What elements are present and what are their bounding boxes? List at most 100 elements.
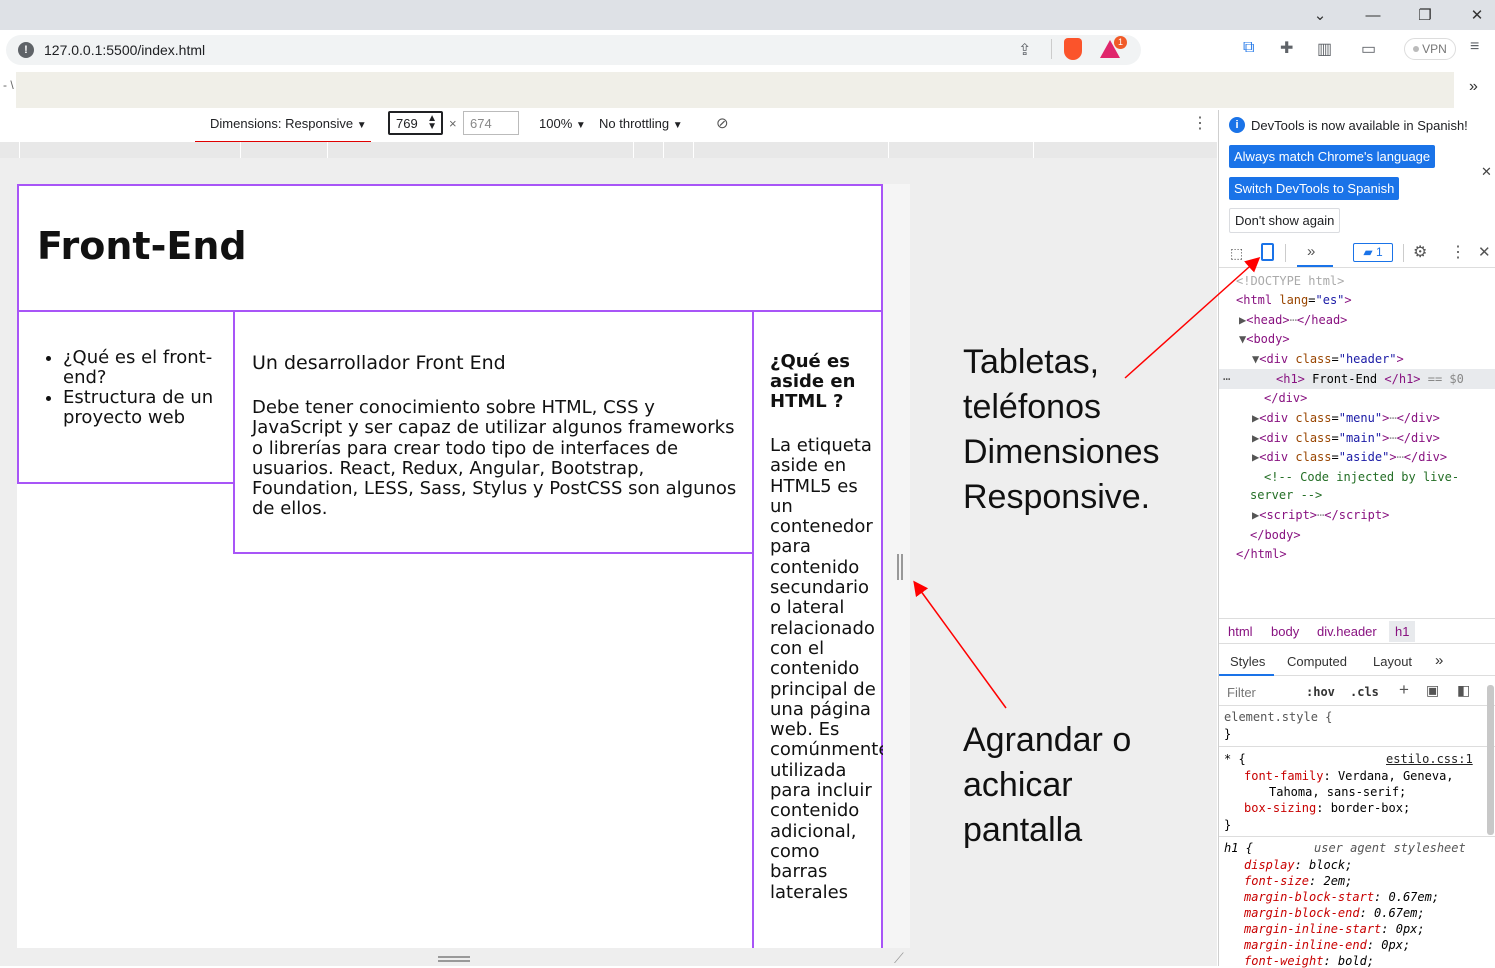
ua-property[interactable]: margin-block-start: 0.67em;	[1244, 890, 1439, 904]
tab-search-chevron-icon[interactable]: ⌄	[1295, 0, 1345, 30]
dont-show-button[interactable]: Don't show again	[1229, 208, 1341, 233]
height-input[interactable]: 674	[463, 111, 519, 135]
share-icon[interactable]: ⇪	[1018, 40, 1031, 60]
corner-resize-icon[interactable]: ⟋	[894, 950, 904, 967]
h1-node[interactable]: <h1> Front-End </h1> == $0	[1276, 372, 1464, 386]
tab-styles[interactable]: Styles	[1230, 654, 1265, 669]
script-node[interactable]: ▶<script>⋯</script>	[1252, 508, 1389, 522]
more-style-tabs-icon[interactable]: »	[1435, 652, 1443, 669]
ruler-tick	[693, 142, 694, 158]
sidebar-icon[interactable]: ▥	[1317, 39, 1332, 59]
wallet-icon[interactable]: ▭	[1361, 39, 1376, 59]
resize-handle-icon[interactable]	[897, 554, 903, 580]
ua-property[interactable]: display: block;	[1244, 858, 1352, 872]
rule1-font-family[interactable]: font-family: Verdana, Geneva,	[1244, 769, 1454, 783]
head-node[interactable]: ▶<head>⋯</head>	[1239, 313, 1347, 327]
rule1-box-sizing[interactable]: box-sizing: border-box;	[1244, 801, 1410, 815]
brave-shield-icon[interactable]	[1064, 38, 1082, 60]
omnibox[interactable]: ! 127.0.0.1:5500/index.html ⇪ 1	[6, 35, 1141, 65]
ua-property-name: margin-inline-end	[1244, 938, 1367, 952]
issues-count: 1	[1375, 245, 1383, 259]
url-text[interactable]: 127.0.0.1:5500/index.html	[44, 42, 205, 58]
paint-icon[interactable]: ▣	[1426, 682, 1439, 699]
media-query-bar[interactable]	[0, 142, 1217, 158]
bookmark-fragment[interactable]: - \	[3, 78, 14, 92]
issues-badge[interactable]: ▰ 1	[1353, 243, 1393, 262]
switch-spanish-button[interactable]: Switch DevTools to Spanish	[1229, 177, 1400, 200]
device-toggle-icon[interactable]	[1261, 243, 1274, 261]
element-style-selector[interactable]: element.style {	[1224, 710, 1332, 724]
right-resize-strip[interactable]	[883, 184, 910, 948]
translate-icon[interactable]: ⧉	[1243, 39, 1254, 57]
ua-property-name: font-size	[1244, 874, 1310, 888]
width-input[interactable]: 769 ▲ ▼	[388, 111, 443, 135]
inspect-element-icon[interactable]: ⬚	[1230, 245, 1243, 262]
filter-input[interactable]: Filter	[1227, 685, 1256, 700]
hov-toggle[interactable]: :hov	[1306, 685, 1335, 699]
toggle-sidebar-icon[interactable]: ◧	[1457, 682, 1470, 699]
menu-list: ¿Qué es el front-end? Estructura de un p…	[63, 348, 233, 428]
menu-item-frontend[interactable]: ¿Qué es el front-end?	[63, 348, 233, 388]
vpn-button[interactable]: VPN	[1404, 38, 1456, 60]
rule1-selector[interactable]: * {	[1224, 752, 1246, 766]
ua-property[interactable]: font-size: 2em;	[1244, 874, 1352, 888]
header-div-node[interactable]: ▼<div class="header">	[1252, 352, 1404, 366]
active-tab-indicator	[1297, 265, 1333, 267]
aside-box: ¿Qué es aside en HTML ? La etiqueta asid…	[752, 310, 883, 948]
close-devtools-icon[interactable]: ✕	[1478, 243, 1491, 261]
annotation-line: Dimensiones	[963, 433, 1160, 471]
rule1-source-link[interactable]: estilo.css:1	[1386, 752, 1473, 766]
bookmarks-bar: - \ »	[0, 70, 1495, 108]
html-node[interactable]: <html lang="es">	[1236, 293, 1352, 307]
ua-property-value: : 0px;	[1366, 938, 1411, 952]
dimensions-dropdown[interactable]: Dimensions: Responsive ▼	[210, 116, 367, 131]
ua-property[interactable]: margin-block-end: 0.67em;	[1244, 906, 1425, 920]
menu-div-node[interactable]: ▶<div class="menu">⋯</div>	[1252, 411, 1440, 425]
main-div-node[interactable]: ▶<div class="main">⋯</div>	[1252, 431, 1440, 445]
annotation-line: Tabletas,	[963, 343, 1100, 381]
more-tabs-icon[interactable]: »	[1307, 243, 1315, 260]
restore-button[interactable]: ❐	[1400, 0, 1450, 30]
more-options-icon[interactable]: ⋮	[1192, 113, 1208, 133]
breadcrumb-html[interactable]: html	[1228, 624, 1253, 639]
minimize-button[interactable]: —	[1348, 0, 1398, 30]
devtools-menu-icon[interactable]: ⋮	[1450, 242, 1466, 262]
settings-gear-icon[interactable]: ⚙	[1413, 242, 1427, 262]
tab-computed[interactable]: Computed	[1287, 654, 1347, 669]
ruler-tick	[19, 142, 20, 158]
site-info-icon[interactable]: !	[18, 42, 34, 58]
rotate-icon[interactable]: ⊘	[716, 114, 729, 132]
bookmarks-overflow-icon[interactable]: »	[1469, 78, 1478, 96]
doctype-node[interactable]: <!DOCTYPE html>	[1236, 274, 1344, 288]
bottom-resize-handle-icon[interactable]	[438, 956, 470, 962]
rule2-selector[interactable]: h1 {	[1224, 841, 1253, 855]
menu-box: ¿Qué es el front-end? Estructura de un p…	[17, 310, 235, 484]
ua-property[interactable]: margin-inline-start: 0px;	[1244, 922, 1425, 936]
zoom-dropdown[interactable]: 100% ▼	[539, 116, 586, 131]
dimensions-label: Dimensions: Responsive	[210, 116, 354, 131]
extensions-puzzle-icon[interactable]: ✚	[1280, 38, 1293, 58]
spinner-icon[interactable]: ▲ ▼	[427, 114, 437, 132]
page-title: Front-End	[37, 224, 247, 268]
close-banner-icon[interactable]: ✕	[1481, 164, 1492, 180]
body-node[interactable]: ▼<body>	[1239, 332, 1290, 346]
ua-property[interactable]: margin-inline-end: 0px;	[1244, 938, 1410, 952]
menu-item-structure[interactable]: Estructura de un proyecto web	[63, 388, 233, 428]
cls-toggle[interactable]: .cls	[1350, 685, 1379, 699]
aside-div-node[interactable]: ▶<div class="aside">⋯</div>	[1252, 450, 1447, 464]
ellipsis-icon[interactable]: ⋯	[1223, 372, 1230, 386]
tab-layout[interactable]: Layout	[1373, 654, 1412, 669]
new-rule-icon[interactable]: +	[1399, 680, 1409, 700]
comment-node[interactable]: <!-- Code injected by live-	[1264, 470, 1459, 484]
box-sizing-val: border-box;	[1330, 801, 1411, 815]
always-match-button[interactable]: Always match Chrome's language	[1229, 145, 1436, 168]
annotation-line: Agrandar o	[963, 721, 1132, 759]
breadcrumb-div-header[interactable]: div.header	[1317, 624, 1377, 639]
breadcrumb-body[interactable]: body	[1271, 624, 1299, 639]
breadcrumb-h1[interactable]: h1	[1389, 621, 1416, 642]
throttling-dropdown[interactable]: No throttling ▼	[599, 116, 683, 131]
menu-icon[interactable]: ≡	[1470, 38, 1479, 56]
ua-property-value: : 0.67em;	[1374, 890, 1440, 904]
close-window-button[interactable]: ✕	[1452, 0, 1495, 30]
styles-scrollbar[interactable]	[1487, 685, 1494, 835]
